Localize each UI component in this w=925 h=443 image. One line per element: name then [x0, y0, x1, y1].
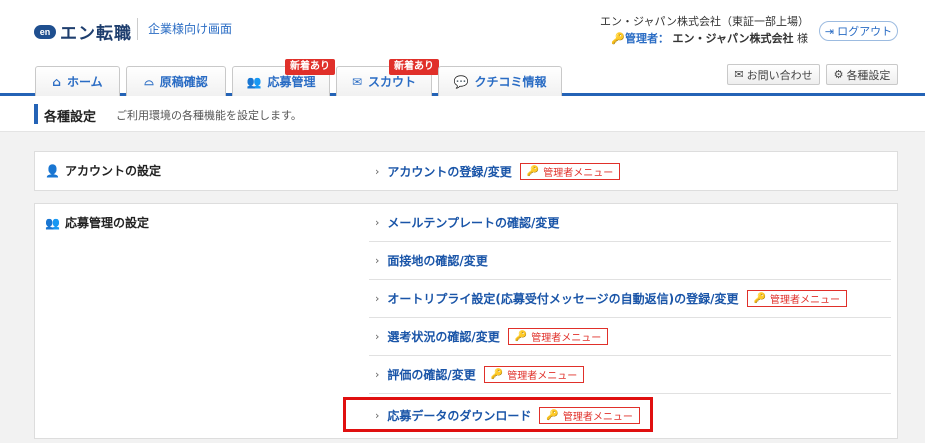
mail-icon: ✉	[351, 74, 363, 89]
key-icon: 🔑	[526, 165, 540, 177]
link-selection-status[interactable]: 選考状況の確認/変更	[387, 328, 499, 345]
user-icon: 👤	[45, 163, 60, 178]
tab-scout[interactable]: 新着あり ✉ スカウト	[336, 59, 439, 96]
admin-tag-label: 管理者メニュー	[543, 167, 614, 179]
page-header: 各種設定 ご利用環境の各種機能を設定します。	[0, 96, 925, 132]
section-title: 👤 アカウントの設定	[45, 162, 161, 179]
logo-text: エン転職	[60, 24, 132, 44]
key-icon: 🔑	[514, 331, 528, 342]
logo-subtitle: 企業様向け画面	[148, 22, 233, 36]
admin-menu-tag: 🔑 管理者メニュー	[519, 162, 621, 180]
account-settings-panel: 👤 アカウントの設定 › アカウントの登録/変更 🔑 管理者メニュー	[34, 151, 898, 191]
link-interview-location[interactable]: 面接地の確認/変更	[387, 252, 487, 269]
chevron-right-icon: ›	[375, 216, 380, 229]
link-evaluation[interactable]: 評価の確認/変更	[387, 366, 475, 383]
admin-name: エン・ジャパン株式会社	[672, 32, 794, 45]
tab-reviews[interactable]: 💬 クチコミ情報	[438, 66, 562, 96]
new-badge: 新着あり	[285, 59, 335, 75]
logo-divider	[137, 18, 138, 40]
admin-menu-tag: 🔑 管理者メニュー	[507, 328, 609, 345]
list-item[interactable]: › オートリプライ設定(応募受付メッセージの自動返信)の登録/変更 🔑 管理者メニ…	[369, 280, 891, 318]
company-name: エン・ジャパン株式会社（東証一部上場）	[600, 15, 809, 28]
admin-menu-tag: 🔑 管理者メニュー	[746, 290, 847, 307]
main-nav: ⌂ ホーム ⌓ 原稿確認 新着あり 👥 応募管理 新着あり ✉ スカウト 💬 ク…	[0, 58, 925, 96]
settings-button[interactable]: ⚙ 各種設定	[826, 64, 898, 85]
contact-label: お問い合わせ	[746, 68, 813, 82]
header: en エン転職 企業様向け画面 エン・ジャパン株式会社（東証一部上場） 🔑管理者…	[0, 0, 925, 58]
key-icon: 🔑	[611, 32, 625, 45]
admin-tag-label: 管理者メニュー	[507, 371, 578, 382]
settings-label: 各種設定	[846, 68, 891, 82]
chevron-right-icon: ›	[375, 254, 380, 267]
logo[interactable]: en エン転職	[34, 19, 132, 44]
chat-icon: 💬	[453, 74, 469, 89]
link-auto-reply[interactable]: オートリプライ設定(応募受付メッセージの自動返信)の登録/変更	[387, 290, 738, 307]
list-item[interactable]: › メールテンプレートの確認/変更	[369, 204, 891, 242]
key-icon: 🔑	[753, 293, 766, 304]
admin-info: 🔑管理者： エン・ジャパン株式会社 様	[611, 30, 808, 46]
tab-applications[interactable]: 新着あり 👥 応募管理	[232, 59, 335, 96]
home-icon: ⌂	[52, 74, 61, 89]
list-item[interactable]: › 評価の確認/変更 🔑 管理者メニュー	[369, 356, 891, 394]
section-title-label: 応募管理の設定	[64, 216, 149, 230]
tab-label: スカウト	[368, 75, 417, 89]
logout-label: ログアウト	[837, 25, 893, 38]
chevron-right-icon: ›	[375, 368, 380, 381]
admin-menu-tag: 🔑 管理者メニュー	[483, 366, 585, 383]
list-item[interactable]: › アカウントの登録/変更 🔑 管理者メニュー	[369, 152, 891, 190]
logo-mark: en	[34, 24, 56, 39]
tab-manuscript[interactable]: ⌓ 原稿確認	[126, 66, 226, 96]
admin-label: 管理者：	[625, 32, 669, 45]
section-title-label: アカウントの設定	[64, 164, 161, 178]
new-badge: 新着あり	[389, 59, 439, 75]
users-icon: 👥	[246, 74, 262, 89]
tab-label: 原稿確認	[159, 75, 208, 89]
logout-icon: ⇥	[824, 24, 835, 38]
highlight-box	[343, 397, 653, 432]
tab-home[interactable]: ⌂ ホーム	[35, 66, 120, 96]
contact-button[interactable]: ✉ お問い合わせ	[727, 64, 820, 85]
title-accent	[34, 104, 38, 124]
key-icon: 🔑	[490, 369, 504, 380]
link-mail-template[interactable]: メールテンプレートの確認/変更	[387, 214, 559, 231]
admin-suffix: 様	[797, 32, 808, 45]
page-title: 各種設定	[44, 110, 97, 125]
mail-icon: ✉	[734, 68, 744, 81]
list-item[interactable]: › 面接地の確認/変更	[369, 242, 891, 280]
hat-icon: ⌓	[144, 74, 154, 88]
admin-tag-label: 管理者メニュー	[769, 295, 840, 306]
list-item[interactable]: › 選考状況の確認/変更 🔑 管理者メニュー	[369, 318, 891, 356]
users-icon: 👥	[45, 215, 60, 230]
link-account-register[interactable]: アカウントの登録/変更	[387, 163, 511, 180]
page-description: ご利用環境の各種機能を設定します。	[116, 109, 302, 122]
gear-icon: ⚙	[833, 68, 844, 81]
chevron-right-icon: ›	[375, 330, 380, 343]
chevron-right-icon: ›	[375, 164, 380, 178]
tab-label: ホーム	[66, 75, 103, 89]
section-title: 👥 応募管理の設定	[45, 214, 149, 231]
chevron-right-icon: ›	[375, 292, 380, 305]
tab-label: 応募管理	[267, 75, 316, 89]
logout-button[interactable]: ⇥ ログアウト	[819, 21, 898, 41]
tab-label: クチコミ情報	[474, 75, 547, 89]
admin-tag-label: 管理者メニュー	[531, 333, 602, 344]
